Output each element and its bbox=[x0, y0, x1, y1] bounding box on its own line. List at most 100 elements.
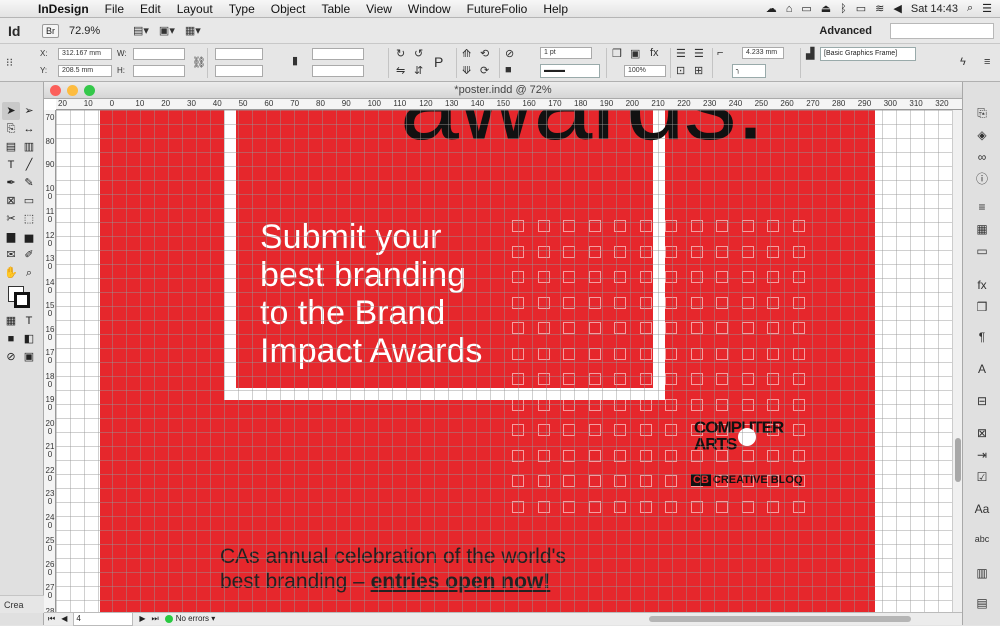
horizontal-scrollbar[interactable] bbox=[221, 613, 962, 625]
y-position-field[interactable]: 208.5 mm bbox=[58, 65, 112, 77]
wifi-icon[interactable]: ≋ bbox=[875, 2, 884, 15]
page-tool-icon[interactable]: ⎘ bbox=[2, 120, 20, 138]
pen-tool-icon[interactable]: ✒ bbox=[2, 174, 20, 192]
screen-mode-icon[interactable]: ▣▾ bbox=[159, 24, 175, 37]
pages-panel-icon[interactable]: ⎘ bbox=[963, 106, 1000, 121]
rotation-angle-field[interactable] bbox=[312, 48, 364, 60]
view-mode-icon[interactable]: ▣ bbox=[20, 348, 38, 366]
screen-icon[interactable]: ▭ bbox=[801, 2, 811, 15]
notification-center-icon[interactable]: ☰ bbox=[982, 2, 992, 15]
links-panel-icon[interactable]: ∞ bbox=[963, 150, 1000, 164]
zoom-tool-icon[interactable]: ⌕ bbox=[20, 264, 38, 282]
bluetooth-icon[interactable]: ᛒ bbox=[840, 3, 847, 15]
rectangle-frame-tool-icon[interactable]: ⊠ bbox=[2, 192, 20, 210]
tasks-panel-icon[interactable]: ☑ bbox=[963, 470, 1000, 484]
library-panel-icon[interactable]: ▥ bbox=[963, 566, 1000, 580]
note-tool-icon[interactable]: ✉ bbox=[2, 246, 20, 264]
content-placer-icon[interactable]: ▥ bbox=[20, 138, 38, 156]
flip-vertical-icon[interactable]: ⇵ bbox=[414, 64, 423, 77]
rotate-clockwise-icon[interactable]: ↻ bbox=[396, 47, 405, 60]
menu-futurefolio[interactable]: FutureFolio bbox=[459, 2, 536, 16]
content-collector-icon[interactable]: ▤ bbox=[2, 138, 20, 156]
fx-icon[interactable]: fx bbox=[650, 47, 659, 59]
menu-type[interactable]: Type bbox=[221, 2, 263, 16]
apply-color-icon[interactable]: ■ bbox=[2, 330, 20, 348]
minimize-window-button[interactable] bbox=[67, 85, 78, 96]
x-position-field[interactable]: 312.167 mm bbox=[58, 48, 112, 60]
menu-edit[interactable]: Edit bbox=[132, 2, 169, 16]
cloud-icon[interactable]: ☁ bbox=[766, 2, 777, 15]
home-icon[interactable]: ⌂ bbox=[786, 3, 793, 15]
bridge-button[interactable]: Br bbox=[42, 23, 59, 38]
select-previous-object-icon[interactable]: ⟳ bbox=[480, 64, 489, 77]
stroke-panel-icon[interactable]: ≡ bbox=[963, 200, 1000, 214]
flip-horizontal-icon[interactable]: ⇋ bbox=[396, 64, 405, 77]
layers-panel-icon[interactable]: ◈ bbox=[963, 128, 1000, 142]
glyphs-panel-icon[interactable]: Aa bbox=[963, 502, 1000, 516]
constrain-scale-icon[interactable]: ▮ bbox=[292, 54, 298, 67]
preflight-status[interactable]: No errors ▾ bbox=[164, 613, 215, 625]
headline-awards-text[interactable]: awards. bbox=[400, 110, 765, 156]
corner-shape-dropdown[interactable]: ╮ bbox=[732, 64, 766, 78]
next-page-icon[interactable]: ▶ bbox=[139, 613, 145, 625]
rectangle-tool-icon[interactable]: ▭ bbox=[20, 192, 38, 210]
align-panel-icon[interactable]: ⊟ bbox=[963, 394, 1000, 408]
select-container-icon[interactable]: ⟰ bbox=[462, 47, 471, 60]
first-page-icon[interactable]: ⏮ bbox=[48, 613, 55, 625]
gradient-panel-icon[interactable]: ▭ bbox=[963, 244, 1000, 258]
panel-menu-icon[interactable]: ≡ bbox=[984, 56, 990, 68]
line-tool-icon[interactable]: ╱ bbox=[20, 156, 38, 174]
quick-apply-icon[interactable]: ϟ bbox=[960, 56, 966, 68]
eyedropper-tool-icon[interactable]: ✐ bbox=[20, 246, 38, 264]
scissors-tool-icon[interactable]: ✂ bbox=[2, 210, 20, 228]
zoom-level-dropdown[interactable]: 72.9% bbox=[69, 25, 123, 37]
vertical-scrollbar[interactable] bbox=[952, 110, 962, 612]
gradient-swatch-tool-icon[interactable]: ▆ bbox=[2, 228, 20, 246]
fill-none-swatch-icon[interactable]: ⊘ bbox=[505, 47, 514, 60]
spelling-panel-icon[interactable]: abc bbox=[963, 534, 1000, 544]
close-window-button[interactable] bbox=[50, 85, 61, 96]
info-panel-icon[interactable]: ⓘ bbox=[963, 170, 1000, 187]
horizontal-ruler[interactable]: 20 10 0 10 20 30 40 50 60 70 80 90 100 110 120 130 140 15… bbox=[56, 99, 962, 110]
gap-tool-icon[interactable]: ↔ bbox=[20, 120, 38, 138]
object-style-dropdown[interactable]: [Basic Graphics Frame] bbox=[820, 47, 916, 61]
arrange-documents-icon[interactable]: ▦▾ bbox=[185, 24, 201, 37]
submit-text-frame[interactable]: Submit your best branding to the Brand I… bbox=[260, 218, 482, 370]
index-panel-icon[interactable]: ▤ bbox=[963, 596, 1000, 610]
export-panel-icon[interactable]: ⇥ bbox=[963, 448, 1000, 462]
clock-text[interactable]: Sat 14:43 bbox=[911, 3, 958, 15]
vertical-ruler[interactable]: 70 80 90 100 110 120 130 140 150 160 170 180 190 200 2… bbox=[44, 110, 56, 612]
rotate-counterclockwise-icon[interactable]: ↺ bbox=[414, 47, 423, 60]
drop-shadow-icon[interactable]: ❒ bbox=[612, 47, 622, 60]
menu-file[interactable]: File bbox=[97, 2, 132, 16]
scale-y-field[interactable] bbox=[215, 65, 263, 77]
scale-x-field[interactable] bbox=[215, 48, 263, 60]
stroke-swatch-icon[interactable]: ■ bbox=[505, 64, 512, 76]
reference-point-icon[interactable]: ⁝⁝ bbox=[6, 56, 13, 69]
menu-window[interactable]: Window bbox=[400, 2, 459, 16]
menu-layout[interactable]: Layout bbox=[169, 2, 221, 16]
vertical-scroll-thumb[interactable] bbox=[955, 438, 961, 482]
horizontal-scroll-thumb[interactable] bbox=[649, 616, 912, 622]
width-field[interactable] bbox=[133, 48, 185, 60]
create-panel-tab[interactable]: Crea bbox=[0, 595, 44, 613]
constrain-proportions-icon[interactable]: ⛓ bbox=[192, 56, 206, 69]
corner-size-field[interactable]: 4.233 mm bbox=[742, 47, 784, 59]
previous-page-icon[interactable]: ◀ bbox=[61, 613, 67, 625]
menu-app-name[interactable]: InDesign bbox=[30, 2, 97, 16]
corner-options-icon[interactable]: ⌐ bbox=[717, 47, 723, 59]
battery-icon[interactable]: ▭ bbox=[856, 2, 866, 15]
creative-bloq-logo[interactable]: CB CREATIVE BLOQ bbox=[691, 474, 803, 486]
bottom-text-frame[interactable]: CAs annual celebration of the world's be… bbox=[220, 544, 566, 594]
fit-frame-icon[interactable]: ⊞ bbox=[694, 64, 703, 77]
character-panel-icon[interactable]: A bbox=[963, 362, 1000, 376]
formatting-container-icon[interactable]: ▦ bbox=[2, 312, 20, 330]
effects-icon[interactable]: ▣ bbox=[630, 47, 640, 60]
object-styles-panel-icon[interactable]: ❒ bbox=[963, 300, 1000, 314]
last-page-icon[interactable]: ⏭ bbox=[152, 613, 159, 625]
object-style-icon[interactable]: ▟ bbox=[806, 47, 814, 60]
menu-object[interactable]: Object bbox=[263, 2, 314, 16]
workspace-switcher[interactable]: Advanced bbox=[811, 25, 880, 37]
pasteboard[interactable]: awards. Submit your best branding to the… bbox=[56, 110, 952, 612]
selection-tool-icon[interactable]: ➤ bbox=[2, 102, 20, 120]
